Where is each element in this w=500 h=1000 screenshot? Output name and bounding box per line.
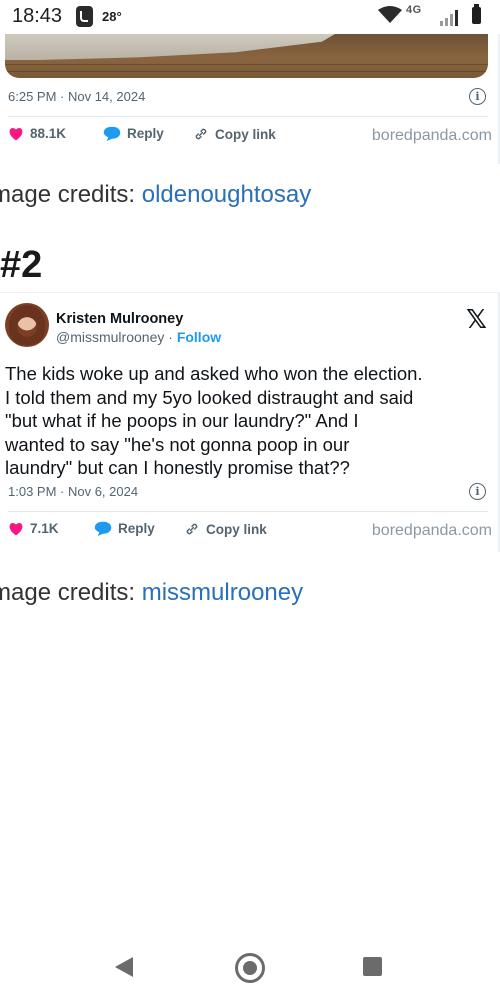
link-icon bbox=[186, 523, 198, 535]
copy-link-label: Copy link bbox=[215, 126, 276, 142]
credits-prefix: mage credits: bbox=[0, 181, 142, 208]
image-credits: mage credits: missmulrooney bbox=[0, 579, 303, 607]
author-handle-line: @missmulrooney · Follow bbox=[56, 329, 221, 345]
like-count: 7.1K bbox=[30, 521, 59, 536]
status-temperature: 28° bbox=[102, 9, 122, 24]
wifi-icon bbox=[378, 6, 402, 23]
phone-call-icon bbox=[76, 6, 93, 27]
card-border bbox=[0, 292, 500, 293]
back-icon[interactable] bbox=[115, 957, 133, 977]
navigation-bar bbox=[0, 940, 500, 1000]
reply-button[interactable]: Reply bbox=[94, 521, 155, 536]
reply-button[interactable]: Reply bbox=[103, 126, 164, 141]
x-logo-icon[interactable]: 𝕏 bbox=[466, 305, 487, 335]
tweet-image[interactable] bbox=[5, 34, 488, 78]
image-detail bbox=[5, 64, 488, 65]
link-icon bbox=[195, 128, 207, 140]
tweet-text-line: laundry" but can I honestly promise that… bbox=[5, 457, 350, 478]
copy-link-label: Copy link bbox=[206, 521, 267, 537]
tweet-timestamp[interactable]: 1:03 PM · Nov 6, 2024 bbox=[8, 484, 138, 499]
status-bar: 18:43 28° 4G bbox=[0, 0, 500, 34]
author-name[interactable]: Kristen Mulrooney bbox=[56, 311, 183, 327]
tweet-timestamp[interactable]: 6:25 PM · Nov 14, 2024 bbox=[8, 89, 145, 104]
item-number: #2 bbox=[0, 244, 43, 286]
tweet-text-line: The kids woke up and asked who won the e… bbox=[5, 363, 423, 384]
tweet-text-line: "but what if he poops in our laundry?" A… bbox=[5, 410, 359, 431]
divider bbox=[8, 511, 488, 512]
tweet-text: The kids woke up and asked who won the e… bbox=[5, 362, 493, 480]
image-credits: mage credits: oldenoughtosay bbox=[0, 181, 311, 209]
reply-bubble-icon bbox=[103, 126, 121, 141]
tweet-actions: 7.1K Reply Copy link boredpanda.com bbox=[8, 521, 492, 543]
home-icon[interactable] bbox=[235, 953, 265, 983]
copy-link-button[interactable]: Copy link bbox=[184, 521, 267, 537]
status-time: 18:43 bbox=[12, 5, 63, 27]
like-button[interactable]: 7.1K bbox=[8, 521, 59, 536]
reply-label: Reply bbox=[127, 126, 164, 141]
image-detail bbox=[5, 71, 488, 72]
like-button[interactable]: 88.1K bbox=[8, 126, 66, 141]
tweet-card: Kristen Mulrooney @missmulrooney · Follo… bbox=[0, 292, 500, 552]
handle-separator: · bbox=[164, 329, 177, 345]
like-count: 88.1K bbox=[30, 126, 67, 141]
author-handle[interactable]: @missmulrooney bbox=[56, 329, 164, 345]
info-icon[interactable]: i bbox=[469, 88, 486, 105]
cell-signal-icon bbox=[440, 10, 458, 26]
credits-prefix: mage credits: bbox=[0, 579, 142, 606]
info-icon[interactable]: i bbox=[469, 483, 486, 500]
reply-label: Reply bbox=[118, 521, 155, 536]
network-type: 4G bbox=[406, 4, 422, 16]
copy-link-button[interactable]: Copy link bbox=[193, 126, 276, 142]
recent-apps-icon[interactable] bbox=[363, 957, 382, 976]
heart-icon bbox=[9, 522, 23, 535]
source-label: boredpanda.com bbox=[371, 522, 492, 539]
tweet-text-line: I told them and my 5yo looked distraught… bbox=[5, 386, 414, 408]
image-content bbox=[5, 34, 335, 60]
credits-link[interactable]: missmulrooney bbox=[142, 579, 303, 606]
avatar-detail bbox=[9, 305, 45, 345]
tweet-actions: 88.1K Reply Copy link boredpanda.com bbox=[8, 126, 492, 148]
battery-icon bbox=[472, 4, 481, 24]
source-label: boredpanda.com bbox=[371, 127, 492, 144]
follow-button[interactable]: Follow bbox=[177, 329, 221, 345]
heart-icon bbox=[9, 127, 23, 140]
tweet-text-line: wanted to say "he's not gonna poop in ou… bbox=[5, 433, 350, 455]
reply-bubble-icon bbox=[94, 521, 112, 536]
divider bbox=[8, 116, 488, 117]
avatar[interactable] bbox=[5, 303, 49, 347]
credits-link[interactable]: oldenoughtosay bbox=[142, 181, 311, 208]
